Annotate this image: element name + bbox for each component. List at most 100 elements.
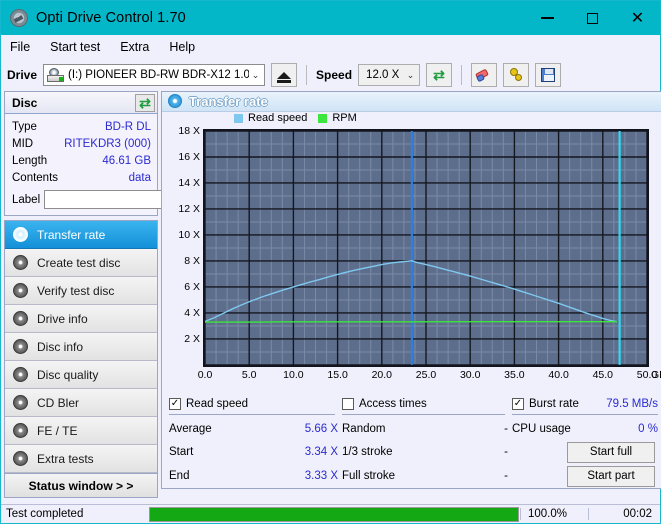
start-full-button[interactable]: Start full (567, 441, 655, 463)
disc-refresh-button[interactable]: ⇄ (135, 93, 155, 112)
end-cell: End 3.33 X (169, 470, 342, 482)
chart-y-tick: 14 X (178, 177, 200, 190)
access-times-checkbox[interactable] (342, 397, 354, 410)
speed-select[interactable]: 12.0 X ⌄ (358, 64, 421, 86)
start-part-button[interactable]: Start part (567, 465, 655, 487)
menu-file[interactable]: File (10, 38, 41, 56)
drive-toolbar: Drive (I:) PIONEER BD-RW BDR-X12 1.03 ⌄ … (1, 59, 660, 91)
chart-y-tick: 6 X (184, 281, 200, 294)
app-disc-icon (10, 9, 28, 27)
divider (512, 414, 658, 415)
sidebar-nav: Transfer rate Create test disc Verify te… (4, 220, 158, 498)
chart-panel-title: Transfer rate (189, 93, 268, 109)
disc-icon (13, 367, 28, 382)
chart-x-tick: 10.0 (283, 369, 304, 381)
sidebar-item-label: Transfer rate (37, 227, 106, 242)
cpu-usage-cell: CPU usage 0 % (512, 423, 661, 435)
status-window-button[interactable]: Status window > > (5, 473, 157, 497)
burst-rate-checkbox[interactable]: ✓ (512, 397, 524, 410)
read-speed-header: ✓ Read speed (169, 397, 342, 410)
cpu-usage-key: CPU usage (512, 423, 571, 435)
disc-info-list: Type BD-R DL MID RITEKDR3 (000) Length 4… (5, 114, 248, 215)
sidebar-item-transfer-rate[interactable]: Transfer rate (5, 221, 157, 249)
maximize-icon (587, 12, 598, 24)
minimize-button[interactable] (525, 1, 570, 35)
disc-icon (13, 423, 28, 438)
menu-help[interactable]: Help (169, 38, 206, 56)
sidebar-item-disc-quality[interactable]: Disc quality (5, 361, 157, 389)
sidebar-item-verify-test-disc[interactable]: Verify test disc (5, 277, 157, 305)
menu-bar: File Start test Extra Help (1, 35, 660, 59)
maximize-button[interactable] (570, 1, 615, 35)
chevron-down-icon: ⌄ (406, 69, 415, 80)
speed-label: Speed (316, 68, 353, 82)
eject-button[interactable] (271, 63, 298, 87)
elapsed-time: 00:02 (588, 508, 660, 520)
eject-icon (277, 71, 292, 83)
progress-fill (150, 507, 518, 521)
disc-icon (13, 227, 28, 242)
stats-row-3: End 3.33 X Full stroke - Start part (169, 464, 661, 488)
check-icon: ✓ (513, 397, 523, 409)
disc-icon (13, 283, 28, 298)
read-speed-checkbox[interactable]: ✓ (169, 397, 181, 410)
divider (169, 414, 335, 415)
third-stroke-cell: 1/3 stroke - (342, 446, 512, 458)
random-key: Random (342, 423, 386, 435)
menu-start-test[interactable]: Start test (50, 38, 111, 56)
chart-x-tick: 25.0 (415, 369, 437, 381)
menu-extra[interactable]: Extra (120, 38, 160, 56)
disc-panel-header: Disc ⇄ (5, 92, 157, 114)
disc-value: RITEKDR3 (000) (64, 137, 151, 150)
chart-area: 2 X 4 X 6 X 8 X 10 X 12 X 14 X 16 X 18 X 0.0 5.0 10… (162, 125, 661, 391)
end-key: End (169, 470, 190, 482)
access-times-header: Access times (342, 397, 512, 410)
disc-panel-title: Disc (12, 95, 38, 110)
chart-y-tick: 4 X (184, 307, 200, 319)
disc-label-key: Label (12, 193, 41, 206)
sidebar-item-label: Create test disc (37, 255, 121, 270)
sidebar-item-label: Disc quality (37, 367, 99, 382)
progress-percent: 100.0% (520, 508, 588, 520)
close-button[interactable]: ✕ (615, 1, 660, 35)
erase-button[interactable] (471, 63, 498, 87)
sidebar-item-drive-info[interactable]: Drive info (5, 305, 157, 333)
drive-label: Drive (7, 68, 38, 82)
window-controls: ✕ (525, 1, 660, 35)
toolbar-divider-2 (461, 65, 463, 85)
full-stroke-value: - (504, 470, 508, 482)
sidebar-item-fe-te[interactable]: FE / TE (5, 417, 157, 445)
title-bar: Opti Drive Control 1.70 ✕ (1, 1, 660, 35)
sidebar-item-cd-bler[interactable]: CD Bler (5, 389, 157, 417)
burst-rate-value: 79.5 MB/s (606, 397, 658, 410)
sidebar-item-create-test-disc[interactable]: Create test disc (5, 249, 157, 277)
chart-x-unit: GB (651, 369, 661, 381)
access-times-label: Access times (359, 397, 427, 410)
check-icon: ✓ (170, 397, 180, 409)
chart-x-tick: 0.0 (197, 369, 213, 381)
chart-y-tick: 8 X (184, 255, 200, 268)
drive-select[interactable]: (I:) PIONEER BD-RW BDR-X12 1.03 ⌄ (43, 64, 266, 86)
sidebar-item-disc-info[interactable]: Disc info (5, 333, 157, 361)
sidebar-item-label: Extra tests (37, 451, 94, 466)
full-stroke-key: Full stroke (342, 470, 396, 482)
full-stroke-cell: Full stroke - (342, 470, 512, 482)
disc-value: data (128, 171, 151, 184)
chart-x-tick: 30.0 (459, 369, 481, 381)
sidebar-item-extra-tests[interactable]: Extra tests (5, 445, 157, 473)
random-cell: Random - (342, 423, 512, 435)
save-button[interactable] (535, 63, 562, 87)
stats-row-1: Average 5.66 X Random - CPU usage 0 % (169, 418, 661, 440)
disc-panel: Disc ⇄ Type BD-R DL MID RITEKDR3 (000) L… (4, 91, 248, 216)
left-column: Disc ⇄ Type BD-R DL MID RITEKDR3 (000) L… (4, 91, 248, 498)
sidebar-item-label: CD Bler (37, 395, 80, 410)
drive-select-value: (I:) PIONEER BD-RW BDR-X12 1.03 (68, 69, 250, 81)
key-icon (509, 68, 524, 82)
tools-button[interactable] (503, 63, 530, 87)
legend-label-rpm: RPM (332, 112, 357, 125)
disc-icon (13, 451, 28, 466)
refresh-button[interactable]: ⇄ (426, 63, 453, 87)
toolbar-divider-1 (306, 65, 308, 85)
refresh-icon: ⇄ (433, 67, 445, 83)
chevron-down-icon: ⌄ (251, 69, 260, 80)
